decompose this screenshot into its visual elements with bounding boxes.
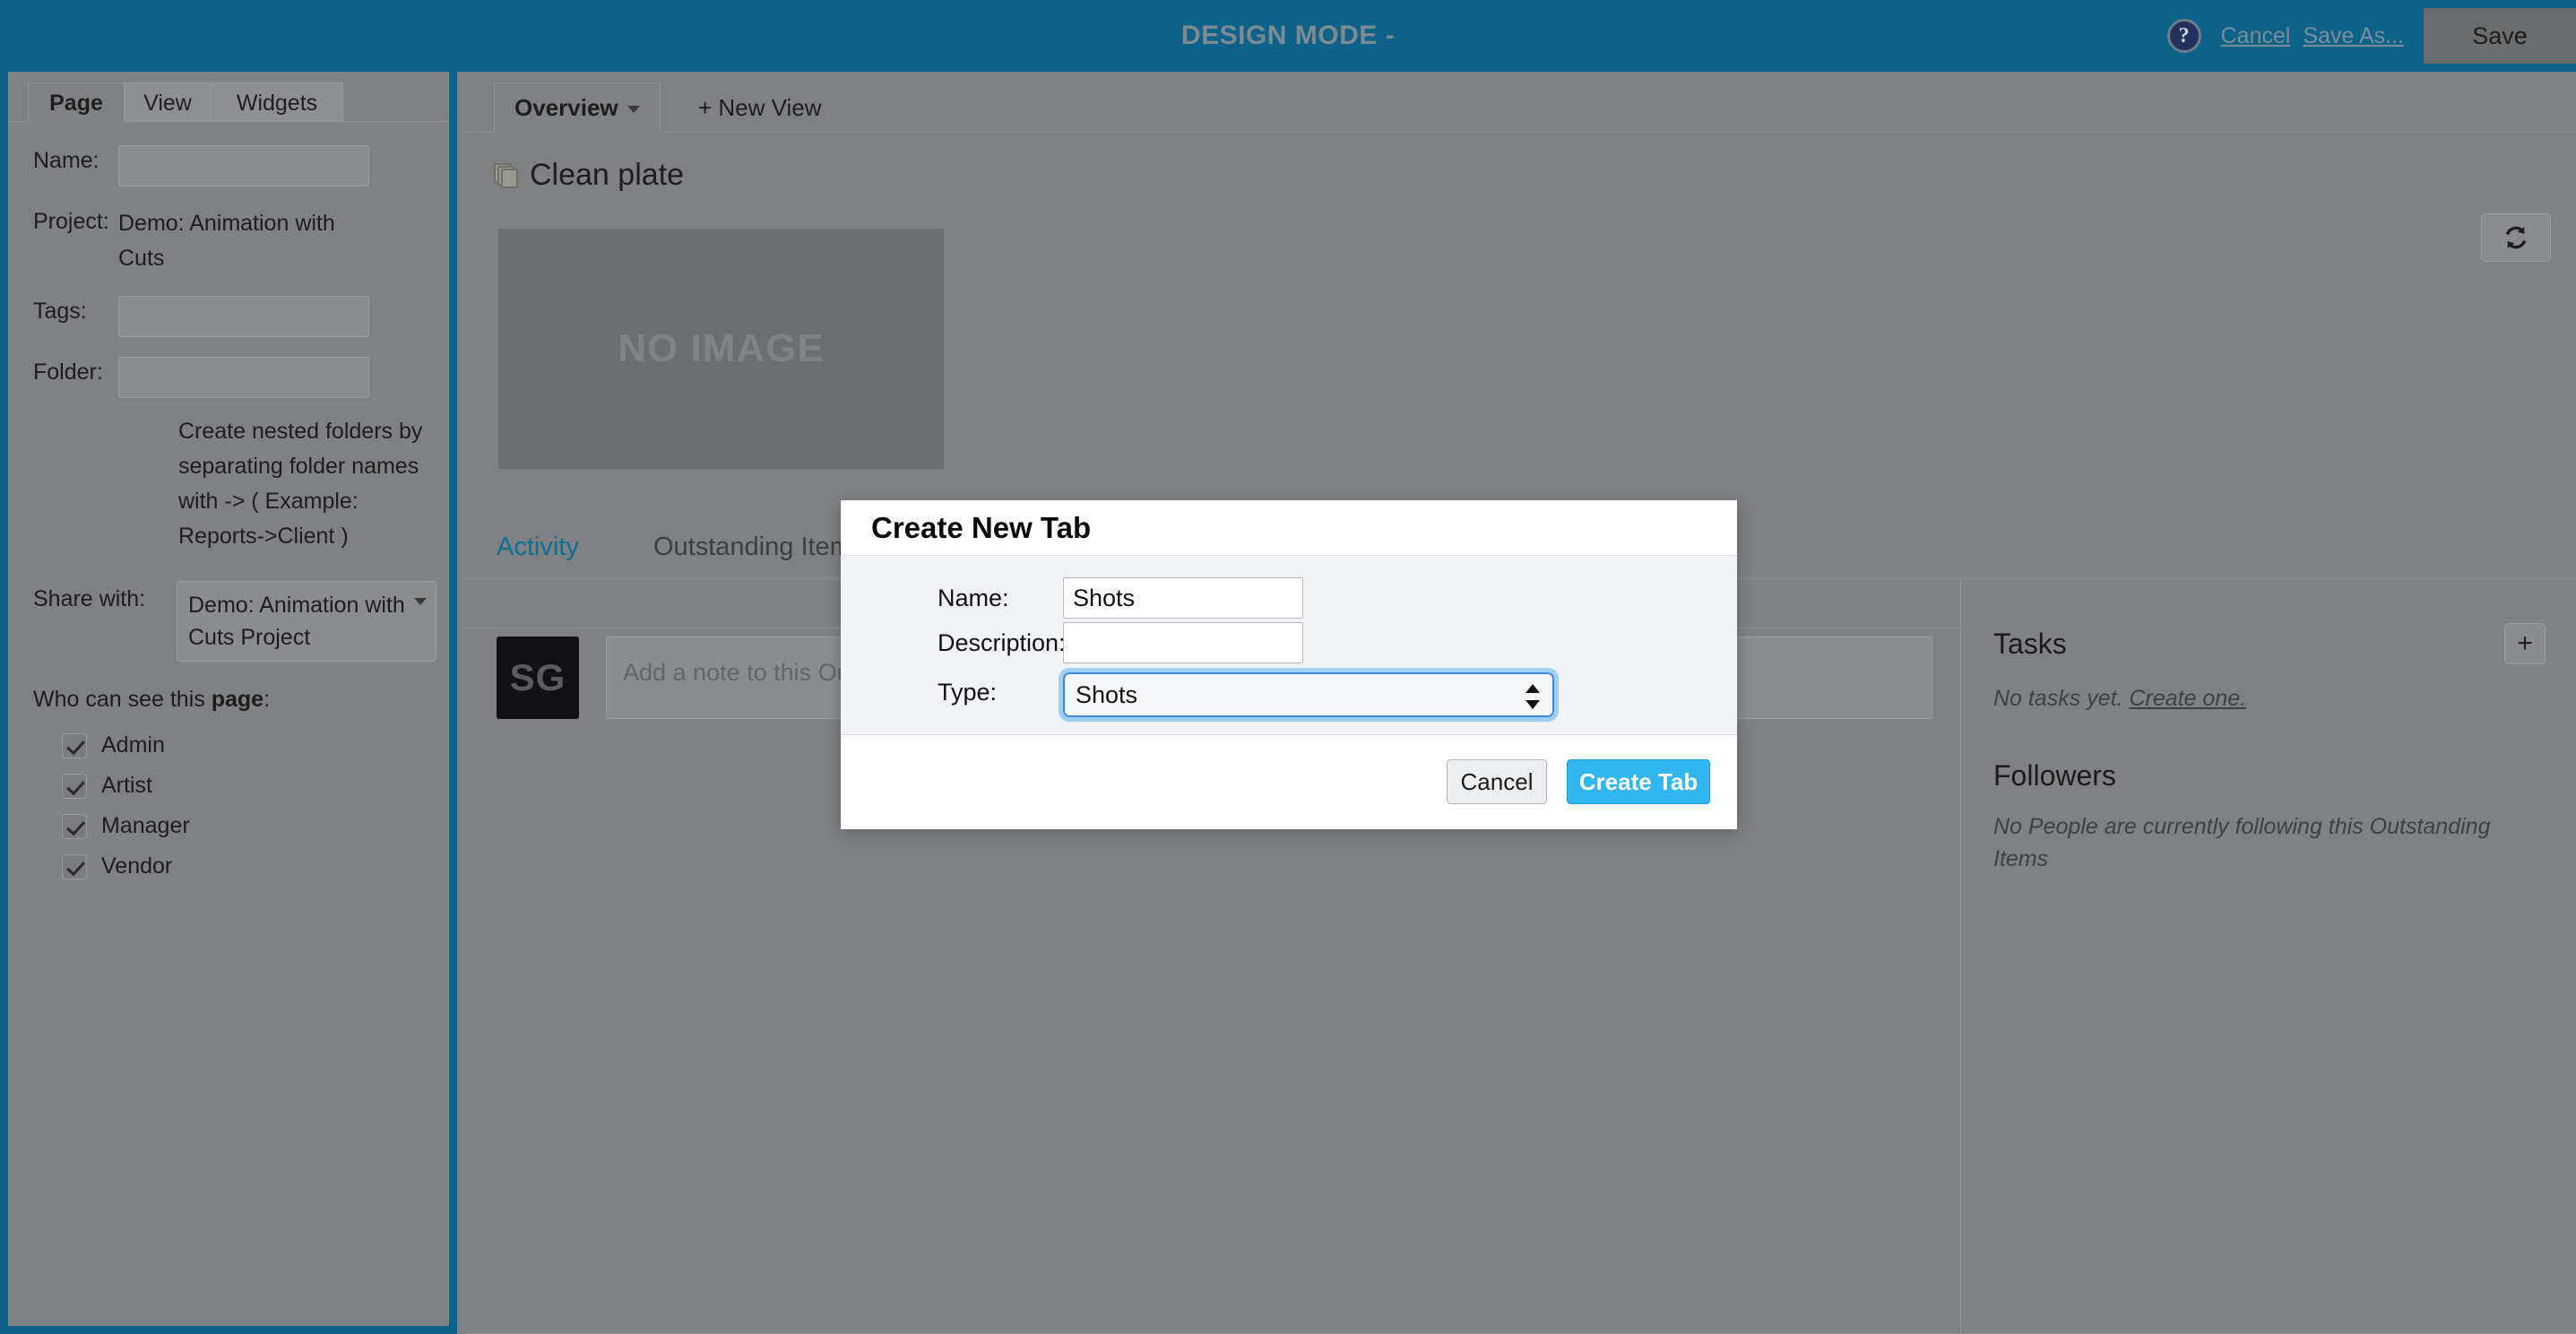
create-new-tab-dialog: Create New Tab Name: Description: Type: … (841, 500, 1737, 829)
save-as-link[interactable]: Save As... (2303, 23, 2404, 49)
role-label: Manager (101, 813, 190, 838)
dialog-cancel-button[interactable]: Cancel (1447, 759, 1547, 804)
new-view-button[interactable]: + New View (698, 82, 822, 133)
role-checkbox-vendor[interactable]: Vendor (8, 853, 449, 879)
share-with-label: Share with: (33, 586, 146, 611)
dialog-type-row: Type: Shots (841, 667, 1737, 722)
dialog-name-row: Name: (841, 577, 1737, 619)
tab-overview-label: Overview (514, 94, 618, 121)
dialog-title: Create New Tab (871, 510, 1092, 544)
stack-icon (494, 162, 521, 188)
dialog-create-tab-button[interactable]: Create Tab (1567, 759, 1710, 804)
side-info-panel: Tasks + No tasks yet. Create one. Follow… (1960, 580, 2576, 1334)
top-bar: DESIGN MODE - ? Cancel Save As... Save (0, 0, 2576, 72)
visibility-prefix: Who can see this (33, 687, 212, 712)
tab-page[interactable]: Page (28, 82, 125, 122)
role-label: Vendor (101, 853, 173, 879)
tasks-empty-prefix: No tasks yet. (1993, 686, 2130, 711)
tasks-empty-text: No tasks yet. Create one. (1993, 682, 2544, 715)
followers-title: Followers (1993, 759, 2116, 792)
dialog-body: Name: Description: Type: Shots (841, 556, 1737, 735)
add-task-button[interactable]: + (2504, 623, 2546, 664)
chevron-down-icon (627, 106, 640, 114)
role-checkbox-manager[interactable]: Manager (8, 813, 449, 839)
dialog-description-row: Description: (841, 622, 1737, 663)
share-with-select[interactable]: Demo: Animation with Cuts Project (177, 581, 437, 662)
name-field-row: Name: (8, 145, 449, 186)
tags-field-row: Tags: (8, 296, 449, 337)
visibility-label: Who can see this page: (8, 687, 449, 713)
save-button[interactable]: Save (2424, 8, 2576, 64)
thumbnail-placeholder[interactable]: NO IMAGE (498, 229, 944, 469)
view-tab-bar: Overview + New View (465, 82, 2576, 133)
create-task-link[interactable]: Create one. (2129, 686, 2246, 711)
project-label: Project: (33, 209, 109, 234)
tab-widgets[interactable]: Widgets (211, 82, 343, 122)
dialog-type-label: Type: (938, 678, 998, 706)
page-settings-form: Name: Project: Demo: Animation with Cuts… (8, 122, 449, 879)
checkbox-icon[interactable] (62, 773, 87, 799)
checkbox-icon[interactable] (62, 853, 87, 879)
folder-helper-text: Create nested folders by separating fold… (178, 419, 423, 549)
tab-overview[interactable]: Overview (494, 82, 661, 133)
followers-empty-text: No People are currently following this O… (1993, 814, 2491, 871)
refresh-icon (2505, 226, 2527, 249)
dialog-description-label: Description: (938, 628, 1066, 656)
dialog-header: Create New Tab (841, 500, 1737, 556)
folder-label: Folder: (33, 359, 103, 385)
page-title: Clean plate (530, 158, 685, 192)
name-label: Name: (33, 148, 99, 173)
dialog-name-input[interactable] (1063, 577, 1303, 619)
folder-field-row: Folder: (8, 357, 449, 398)
dialog-name-label: Name: (938, 584, 1009, 611)
followers-header: Followers (1993, 759, 2544, 793)
top-bar-actions: ? Cancel Save As... Save (2166, 0, 2576, 72)
left-settings-panel: Page View Widgets Name: Project: Demo: A… (0, 72, 457, 1334)
role-checkbox-admin[interactable]: Admin (8, 732, 449, 758)
folder-input[interactable] (118, 357, 369, 398)
project-value: Demo: Animation with Cuts (118, 211, 335, 271)
help-icon[interactable]: ? (2166, 19, 2201, 53)
avatar: SG (497, 637, 579, 719)
role-label: Admin (101, 732, 165, 758)
role-label: Artist (101, 773, 152, 798)
page-title-row: Clean plate (494, 158, 2576, 193)
visibility-bold: page (211, 687, 264, 712)
dialog-footer: Cancel Create Tab (841, 735, 1737, 828)
role-checkbox-artist[interactable]: Artist (8, 773, 449, 799)
share-with-value: Demo: Animation with Cuts Project (188, 593, 405, 650)
left-panel-tabs: Page View Widgets (8, 82, 449, 122)
tags-label: Tags: (33, 299, 87, 324)
tags-input[interactable] (118, 296, 369, 337)
chevron-down-icon (414, 598, 427, 605)
checkbox-icon[interactable] (62, 732, 87, 758)
tab-outstanding-items[interactable]: Outstanding Items (653, 518, 864, 579)
tab-view[interactable]: View (125, 82, 211, 122)
cancel-link[interactable]: Cancel (2221, 23, 2291, 49)
tasks-title: Tasks (1993, 627, 2067, 660)
dialog-description-input[interactable] (1063, 622, 1303, 663)
checkbox-icon[interactable] (62, 813, 87, 839)
refresh-button[interactable] (2481, 213, 2551, 262)
no-image-text: NO IMAGE (618, 326, 825, 370)
tab-activity[interactable]: Activity (497, 518, 579, 579)
tasks-header: Tasks + (1993, 623, 2546, 664)
name-input[interactable] (118, 145, 369, 186)
visibility-suffix: : (264, 687, 271, 712)
share-with-row: Share with: Demo: Animation with Cuts Pr… (8, 581, 449, 662)
dialog-type-value: Shots (1076, 681, 1138, 708)
spinner-arrows-icon (1526, 682, 1540, 711)
dialog-type-select[interactable]: Shots (1059, 668, 1559, 722)
project-field-row: Project: Demo: Animation with Cuts (8, 206, 449, 276)
